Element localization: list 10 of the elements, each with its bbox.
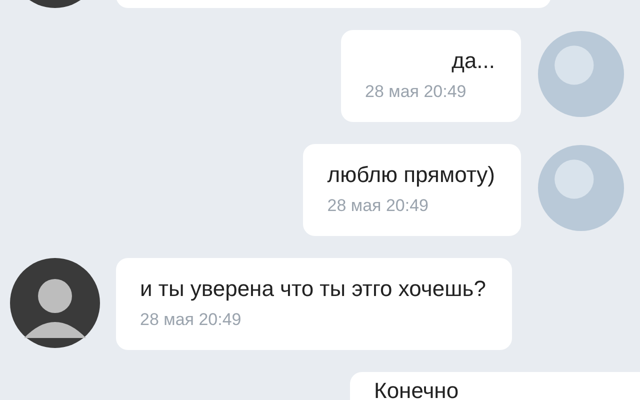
message-time: 28 мая 20:49 bbox=[365, 81, 468, 103]
avatar-icon bbox=[537, 30, 625, 118]
avatar-icon bbox=[10, 258, 100, 348]
message-text: и ты уверена что ты этго хочешь? bbox=[140, 275, 486, 303]
message-text: Конечно bbox=[374, 377, 460, 400]
message-time: 28 мая 20:49 bbox=[140, 309, 242, 331]
message-time: 28 мая 20:49 bbox=[327, 195, 430, 217]
message-text: да... bbox=[450, 47, 495, 75]
avatar-icon bbox=[537, 144, 625, 232]
message-text: люблю прямоту) bbox=[327, 161, 495, 189]
